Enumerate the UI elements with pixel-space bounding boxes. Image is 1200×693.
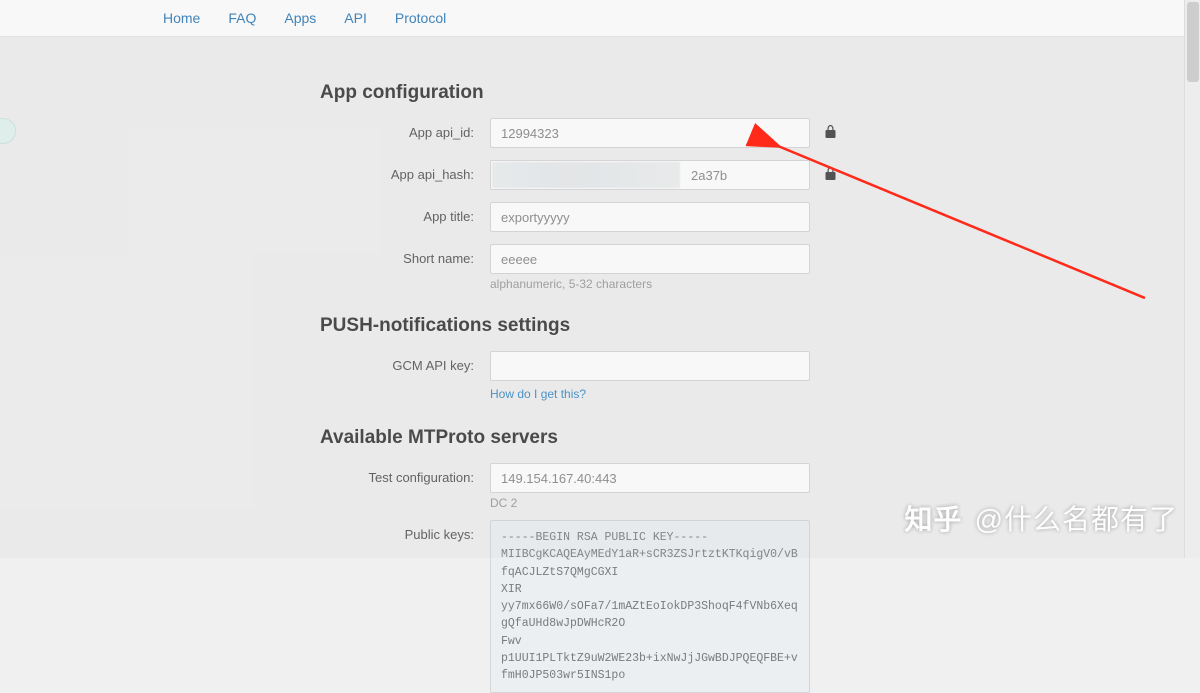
lock-icon	[825, 167, 836, 184]
scrollbar-thumb[interactable]	[1187, 2, 1199, 82]
row-short-name: Short name: alphanumeric, 5-32 character…	[320, 244, 1180, 291]
section-title-app-config: App configuration	[320, 82, 1180, 104]
label-gcm-key: GCM API key:	[320, 351, 490, 373]
row-app-title: App title:	[320, 202, 1180, 234]
watermark: 知乎 @什么名都有了	[905, 498, 1178, 538]
label-public-keys: Public keys:	[320, 520, 490, 542]
public-keys-value[interactable]: -----BEGIN RSA PUBLIC KEY----- MIIBCgKCA…	[490, 520, 810, 693]
lock-icon	[825, 125, 836, 142]
redacted-region	[492, 162, 680, 188]
label-app-title: App title:	[320, 202, 490, 224]
test-config-value[interactable]: 149.154.167.40:443	[490, 463, 810, 493]
label-api-id: App api_id:	[320, 118, 490, 140]
label-api-hash: App api_hash:	[320, 160, 490, 182]
scrollbar[interactable]	[1184, 0, 1200, 558]
side-bubble	[0, 118, 16, 144]
nav-apps[interactable]: Apps	[284, 10, 316, 26]
short-name-help: alphanumeric, 5-32 characters	[490, 277, 810, 291]
api-hash-visible: 2a37b	[691, 168, 727, 183]
main-content: App configuration App api_id: 12994323 A…	[320, 37, 1180, 693]
row-api-id: App api_id: 12994323	[320, 118, 1180, 150]
section-title-push: PUSH-notifications settings	[320, 315, 1180, 337]
api-hash-value[interactable]: 2a37b	[490, 160, 810, 190]
row-gcm-key: GCM API key: How do I get this?	[320, 351, 1180, 403]
nav-home[interactable]: Home	[163, 10, 200, 26]
gcm-key-input[interactable]	[490, 351, 810, 381]
section-title-mtproto: Available MTProto servers	[320, 427, 1180, 449]
short-name-input[interactable]	[490, 244, 810, 274]
watermark-handle: @什么名都有了	[975, 498, 1178, 538]
nav-api[interactable]: API	[344, 10, 367, 26]
watermark-logo: 知乎	[905, 498, 963, 538]
nav-protocol[interactable]: Protocol	[395, 10, 446, 26]
test-config-dc: DC 2	[490, 496, 810, 510]
api-id-value[interactable]: 12994323	[490, 118, 810, 148]
row-api-hash: App api_hash: 2a37b	[320, 160, 1180, 192]
label-short-name: Short name:	[320, 244, 490, 266]
label-test-config: Test configuration:	[320, 463, 490, 485]
app-title-input[interactable]	[490, 202, 810, 232]
row-public-keys: Public keys: -----BEGIN RSA PUBLIC KEY--…	[320, 520, 1180, 693]
gcm-help-link[interactable]: How do I get this?	[490, 387, 586, 401]
top-nav: Home FAQ Apps API Protocol	[0, 0, 1200, 37]
nav-faq[interactable]: FAQ	[228, 10, 256, 26]
